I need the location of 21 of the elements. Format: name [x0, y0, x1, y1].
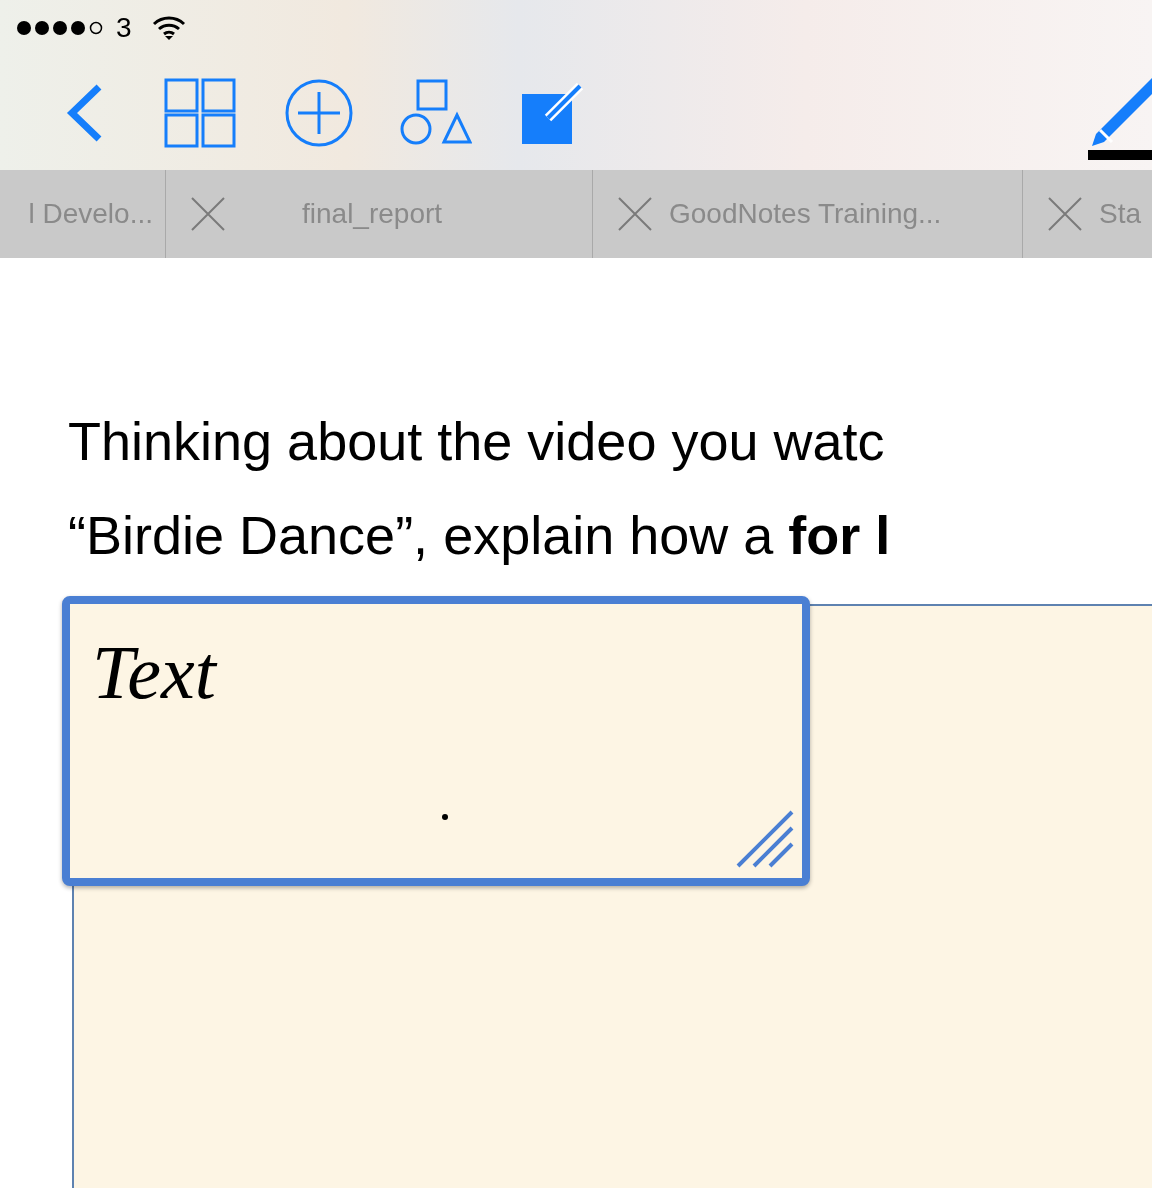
carrier-name: 3 [116, 11, 132, 45]
tab-title: GoodNotes Training... [669, 197, 942, 231]
question-text: Thinking about the video you watc “Birdie Dance”, explain how a for l [68, 410, 892, 567]
handwritten-text: Text [92, 634, 216, 710]
wifi-icon [151, 15, 186, 41]
ink-dot-icon [442, 814, 448, 820]
add-circle-icon[interactable] [284, 78, 354, 148]
close-icon[interactable] [617, 196, 653, 232]
tab-title: final_report [302, 197, 443, 231]
edit-square-icon[interactable] [522, 82, 584, 144]
pen-icon[interactable] [1088, 78, 1152, 160]
resize-handle-icon[interactable] [736, 810, 794, 868]
tab-title: Sta [1099, 197, 1142, 231]
close-icon[interactable] [1047, 196, 1083, 232]
tab-title: l Develo... [28, 197, 153, 231]
text-box[interactable]: Text [62, 596, 810, 886]
close-icon[interactable] [190, 196, 226, 232]
back-chevron-icon[interactable] [66, 84, 102, 142]
grid-icon[interactable] [164, 78, 236, 148]
shapes-icon[interactable] [400, 79, 472, 147]
signal-strength-icon [16, 19, 104, 37]
